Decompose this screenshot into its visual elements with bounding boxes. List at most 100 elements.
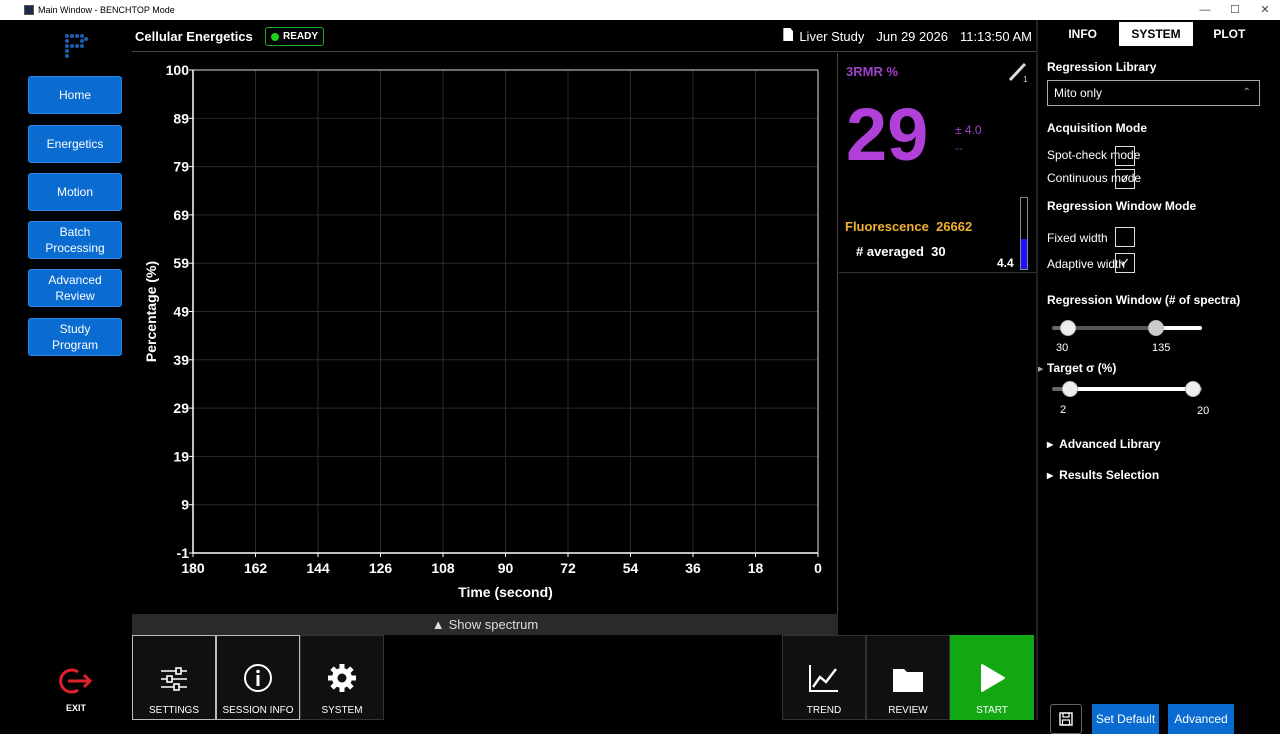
rmr-label: 3RMR % [846,64,899,79]
spot-check-checkbox[interactable] [1115,146,1135,166]
y-tick-label: 100 [166,62,190,78]
close-icon[interactable]: ✕ [1250,0,1280,20]
x-tick-label: 90 [498,560,514,576]
y-tick-label: 39 [173,352,189,368]
y-tick-label: 69 [173,207,189,223]
system-button[interactable]: SYSTEM [300,635,384,720]
study-label: Liver Study [799,29,865,44]
x-tick-label: 180 [181,560,205,576]
rmr-value: 29 [846,93,929,176]
bottom-toolbar: SETTINGS SESSION INFO SYSTEM TREND REVIE… [132,635,1036,720]
system-label: SYSTEM [321,705,363,716]
status-text: READY [283,31,319,42]
rmr-dash: -- [955,141,963,155]
caret-right-icon: ▶ [1038,366,1044,373]
status-badge: READY [265,27,325,46]
show-spectrum-label: Show spectrum [448,617,539,632]
exit-icon [59,668,93,694]
trend-button[interactable]: TREND [782,635,866,720]
window-mode-title: Regression Window Mode [1047,199,1197,213]
results-selection-expander[interactable]: ▶ Results Selection [1047,468,1159,482]
target-sigma-max-value: 20 [1197,405,1210,417]
x-tick-label: 36 [685,560,701,576]
status-dot-icon [271,32,279,41]
folder-icon [893,669,923,692]
target-sigma-fill [1062,387,1192,391]
averaged-value: 30 [931,244,946,259]
tab-system[interactable]: SYSTEM [1119,22,1193,46]
fixed-width-label: Fixed width [1047,231,1108,245]
edit-pen-icon[interactable]: 1 [1007,61,1029,83]
start-button[interactable]: START [950,635,1034,720]
y-tick-label: 19 [173,448,189,464]
updown-chevron-icon: ⌃ [1242,87,1251,98]
study-name[interactable]: Liver Study [783,28,864,44]
settings-button[interactable]: SETTINGS [132,635,216,720]
info-icon [244,664,272,692]
session-info-button[interactable]: SESSION INFO [216,635,300,720]
advanced-library-label: Advanced Library [1059,437,1161,451]
regression-window-max-thumb[interactable] [1148,320,1164,336]
target-sigma-min-thumb[interactable] [1062,381,1078,397]
sidebar-item-energetics[interactable]: Energetics [28,125,122,163]
x-tick-label: 54 [623,560,639,576]
rmr-plus-minus: ± 4.0 [955,123,982,137]
x-tick-label: 108 [431,560,455,576]
x-tick-label: 144 [306,560,330,576]
rmr-readout-panel: 3RMR % 1 29 ± 4.0 -- Fluorescence 26662 … [839,53,1036,273]
play-icon [981,664,1005,692]
regression-library-title: Regression Library [1047,60,1157,74]
y-tick-label: 29 [173,400,189,416]
target-sigma-max-thumb[interactable] [1185,381,1201,397]
fluorescence-readout: Fluorescence 26662 [845,219,972,234]
regression-window-fill [1158,326,1202,330]
maximize-icon[interactable]: ☐ [1220,0,1250,20]
svg-text:1: 1 [1023,75,1028,83]
averaged-readout: # averaged 30 [856,244,946,259]
plot-area[interactable]: 180 162 144 126 108 90 72 54 36 18 0 100 89 79 69 59 49 3… [132,53,838,614]
minimize-icon[interactable]: — [1190,0,1220,20]
level-gauge-fill [1021,239,1027,269]
adaptive-width-checkbox[interactable]: ✓ [1115,253,1135,273]
start-label: START [976,705,1008,716]
target-sigma-min-value: 2 [1060,404,1067,416]
sidebar-item-study-program[interactable]: Study Program [28,318,122,356]
fixed-width-checkbox[interactable] [1115,227,1135,247]
advanced-library-expander[interactable]: ▶ Advanced Library [1047,437,1161,451]
exit-button[interactable]: EXIT [52,666,100,713]
show-spectrum-button[interactable]: ▲ Show spectrum [132,614,838,635]
tab-info[interactable]: INFO [1046,22,1119,46]
x-tick-label: 72 [560,560,576,576]
sidebar-item-advanced-review[interactable]: Advanced Review [28,269,122,307]
set-default-button[interactable]: Set Default [1092,704,1159,734]
header: Cellular Energetics READY Liver Study Ju… [132,20,1036,52]
x-axis-label: Time (second) [458,584,553,600]
y-tick-label: 79 [173,159,189,175]
tab-plot[interactable]: PLOT [1193,22,1266,46]
averaged-label: # averaged [856,244,924,259]
fluorescence-label: Fluorescence [845,219,929,234]
page-title: Cellular Energetics [135,29,253,44]
sidebar-item-home[interactable]: Home [28,76,122,114]
window-titlebar: Main Window - BENCHTOP Mode — ☐ ✕ [0,0,1280,20]
y-tick-label: -1 [177,545,190,561]
percentage-time-chart: 180 162 144 126 108 90 72 54 36 18 010089796959493… [143,62,822,600]
header-time: 11:13:50 AM [959,28,1032,44]
regression-library-select[interactable]: Mito only ⌃ [1047,80,1260,106]
file-icon [783,28,794,41]
logo-icon [65,34,88,58]
sidebar-item-motion[interactable]: Motion [28,173,122,211]
advanced-button[interactable]: Advanced [1168,704,1234,734]
floppy-disk-icon [1059,712,1073,726]
header-date: Jun 29 2026 [876,28,948,44]
sidebar-item-batch-processing[interactable]: Batch Processing [28,221,122,259]
y-tick-label: 9 [181,497,189,513]
review-button[interactable]: REVIEW [866,635,950,720]
x-tick-label: 18 [748,560,764,576]
regression-window-min-thumb[interactable] [1060,320,1076,336]
target-sigma-title: Target σ (%) [1047,361,1117,375]
save-button[interactable] [1050,704,1082,734]
continuous-checkbox[interactable]: ✓ [1115,169,1135,189]
settings-label: SETTINGS [148,705,199,716]
right-panel: INFO SYSTEM PLOT Regression Library Mito… [1036,20,1280,734]
